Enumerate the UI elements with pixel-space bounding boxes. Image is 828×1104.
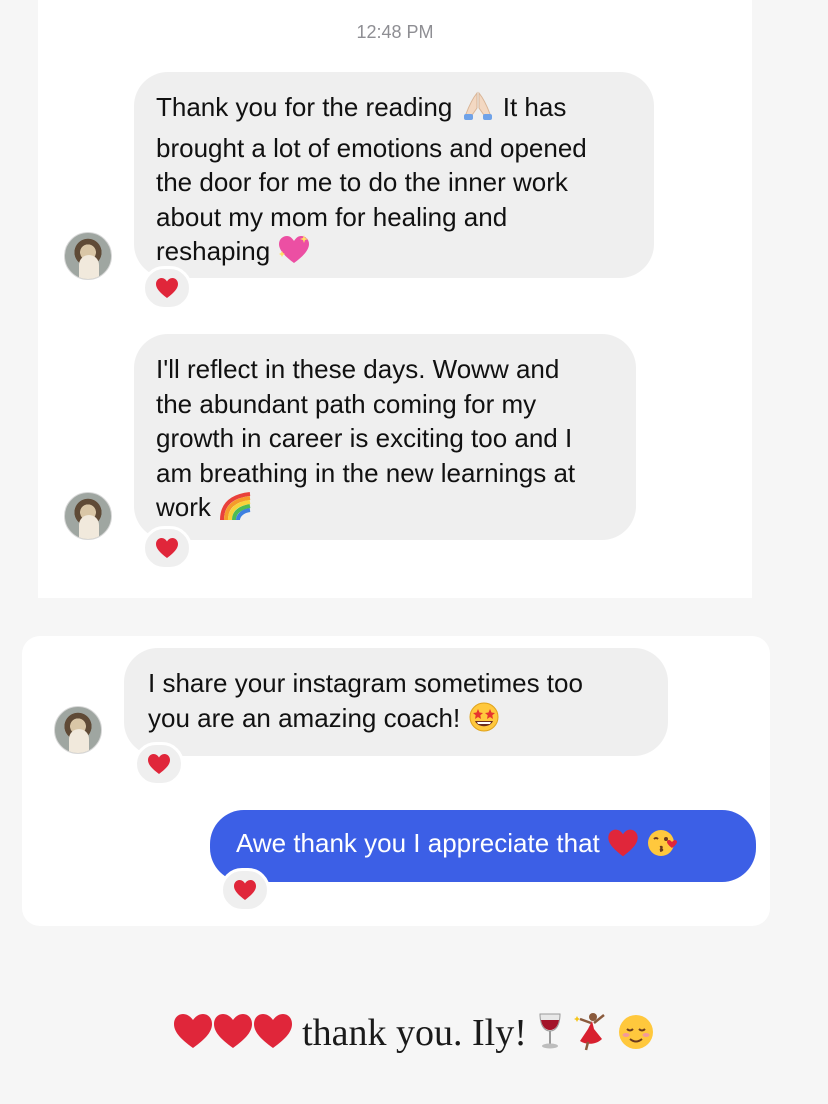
contact-avatar[interactable] [64, 232, 112, 280]
chat-panel-bottom: I share your instagram sometimes too you… [22, 636, 770, 926]
contact-avatar[interactable] [54, 706, 102, 754]
contact-avatar[interactable] [64, 492, 112, 540]
red-heart-emoji [607, 828, 639, 866]
message-line: about my mom for healing and [156, 201, 508, 232]
star-struck-emoji [467, 701, 501, 742]
message-bubble-2[interactable]: I'll reflect in these days. Woww and the… [134, 334, 636, 540]
heart-reaction-badge[interactable] [220, 868, 270, 912]
heart-icon [148, 754, 170, 774]
rainbow-emoji [218, 490, 254, 531]
sparkling-heart-emoji [277, 234, 311, 275]
message-line: growth in career is exciting too and I [156, 423, 573, 453]
heart-reaction-badge[interactable] [142, 526, 192, 570]
message-bubble-4[interactable]: Awe thank you I appreciate that [210, 810, 756, 882]
chat-panel-top: 12:48 PM Thank you for the reading It ha… [38, 0, 752, 598]
message-line: Awe thank you I appreciate that [236, 826, 730, 866]
heart-icon [234, 880, 256, 900]
caption-text: thank you. Ily! [302, 1012, 527, 1054]
message-line: work [156, 490, 614, 531]
message-line: brought a lot of emotions and opened [156, 132, 587, 163]
message-bubble-3[interactable]: I share your instagram sometimes too you… [124, 648, 668, 756]
wine-glass-emoji [536, 1011, 564, 1061]
message-line: you are an amazing coach! [148, 701, 646, 742]
heart-icon [156, 278, 178, 298]
heart-reaction-badge[interactable] [134, 742, 184, 786]
heart-reaction-badge[interactable] [142, 266, 192, 310]
dancer-emoji [573, 1011, 608, 1061]
caption: thank you. Ily! [0, 1010, 828, 1061]
message-line: reshaping [156, 234, 632, 275]
message-line: the door for me to do the inner work [156, 167, 568, 197]
message-timestamp: 12:48 PM [356, 22, 434, 42]
message-line: Thank you for the reading It has [156, 90, 632, 131]
message-line: I'll reflect in these days. Woww and [156, 354, 560, 384]
message-line: I share your instagram sometimes too [148, 668, 583, 698]
message-line: am breathing in the new learnings at [156, 457, 576, 488]
smiling-face-emoji [617, 1013, 655, 1061]
message-bubble-1[interactable]: Thank you for the reading It has brought… [134, 72, 654, 278]
three-hearts-emoji [173, 1010, 293, 1060]
face-blowing-kiss-emoji [646, 828, 678, 866]
heart-icon [156, 538, 178, 558]
message-line: the abundant path coming for my [156, 388, 537, 419]
folded-hands-emoji [460, 90, 496, 131]
